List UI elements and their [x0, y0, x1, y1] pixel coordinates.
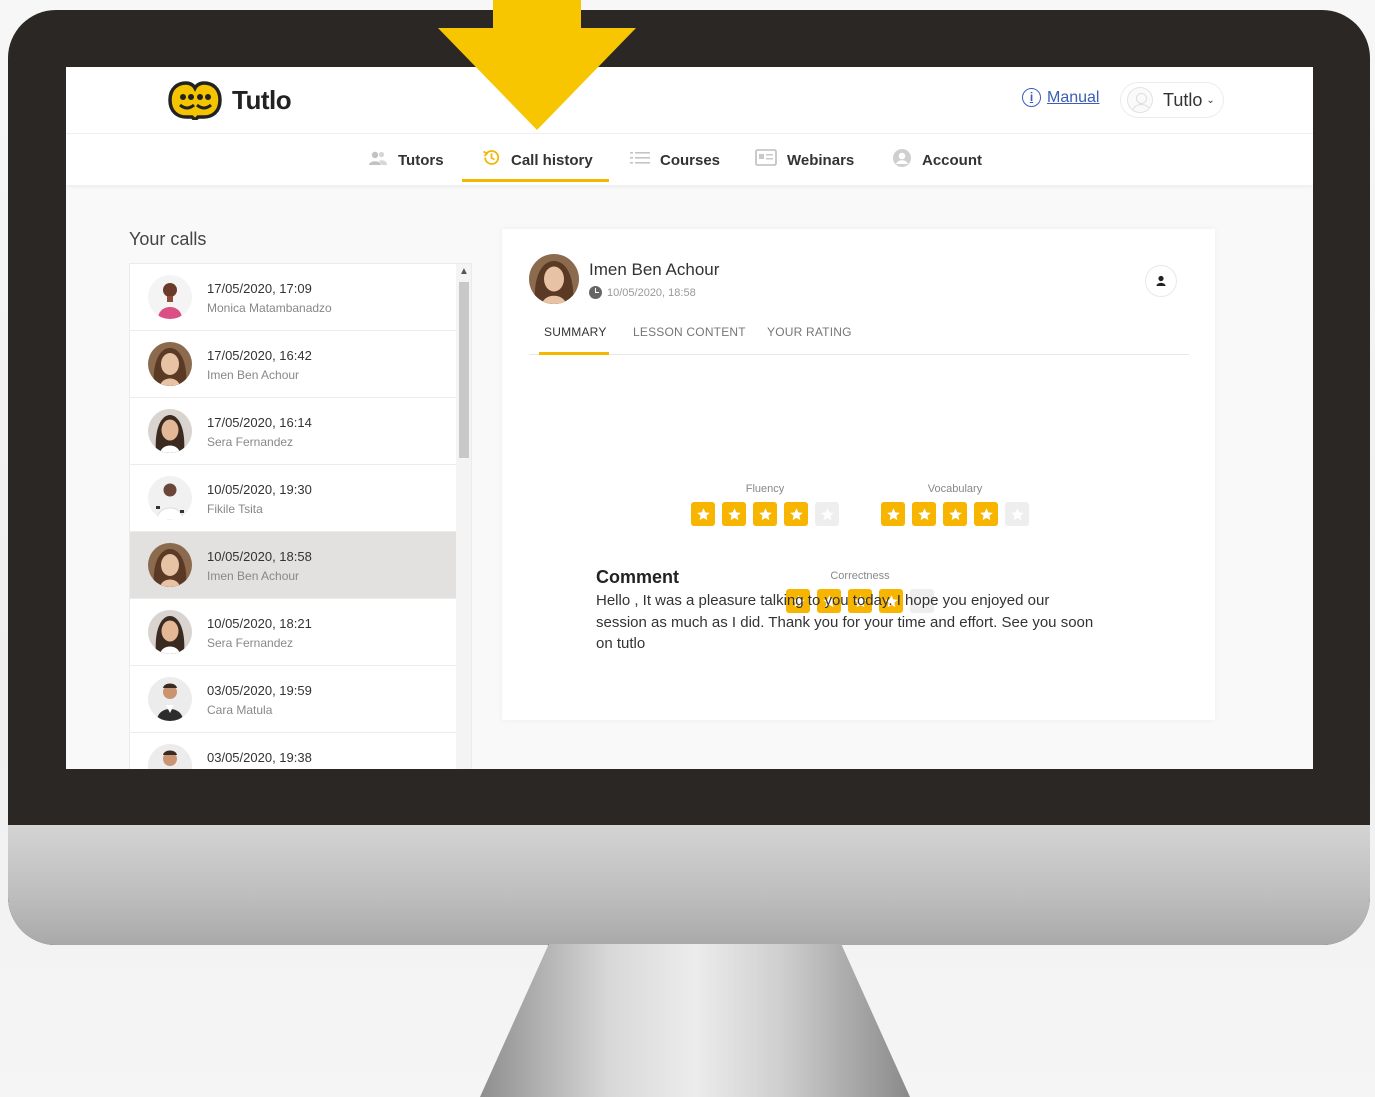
nav-tutors-label: Tutors	[398, 151, 444, 169]
tab-lesson-content[interactable]: LESSON CONTENT	[633, 325, 746, 339]
tutor-avatar	[148, 476, 192, 520]
active-nav-indicator	[462, 179, 609, 182]
manual-label: Manual	[1047, 88, 1100, 106]
monitor-chin	[8, 825, 1370, 945]
star-filled-icon	[722, 502, 746, 526]
call-date: 17/05/2020, 17:09	[207, 281, 312, 296]
tutor-avatar	[529, 254, 579, 304]
user-name: Tutlo	[1163, 89, 1203, 110]
star-filled-icon	[881, 502, 905, 526]
rating-label: Vocabulary	[927, 483, 983, 495]
chevron-down-icon: ⌄	[1206, 94, 1215, 106]
call-list-item[interactable]: 03/05/2020, 19:59 Cara Matula	[130, 666, 456, 733]
call-date: 03/05/2020, 19:38	[207, 750, 312, 765]
call-tutor-name: Sera Fernandez	[207, 435, 294, 449]
call-tutor-name: Sera Fernandez	[207, 636, 294, 650]
clock-icon	[589, 286, 602, 299]
nav-webinars-label: Webinars	[787, 151, 855, 169]
call-list-item[interactable]: 03/05/2020, 19:38	[130, 733, 456, 769]
monitor-stand	[480, 944, 910, 1097]
call-tutor-name: Imen Ben Achour	[207, 569, 300, 583]
nav-account[interactable]: Account	[892, 134, 982, 186]
app-screen: Tutlo i Manual Tutlo ⌄ Tutors Call histo…	[66, 67, 1313, 769]
tutor-avatar	[148, 543, 192, 587]
tutor-avatar	[148, 409, 192, 453]
call-date: 17/05/2020, 16:14	[207, 415, 312, 430]
tab-summary[interactable]: SUMMARY	[544, 325, 607, 339]
tutor-avatar	[148, 342, 192, 386]
call-list-item[interactable]: 17/05/2020, 17:09 Monica Matambanadzo	[130, 264, 456, 331]
call-time: 10/05/2020, 18:58	[607, 286, 696, 299]
main-nav: Tutors Call history Courses Webinars Acc…	[66, 133, 1313, 185]
tutor-avatar	[148, 275, 192, 319]
star-filled-icon	[691, 502, 715, 526]
user-icon	[892, 148, 912, 173]
nav-courses-label: Courses	[660, 151, 721, 169]
tutor-name: Imen Ben Achour	[589, 260, 720, 279]
call-date: 10/05/2020, 19:30	[207, 482, 312, 497]
star-filled-icon	[912, 502, 936, 526]
manual-link[interactable]: i Manual	[1022, 88, 1099, 107]
calls-list: 17/05/2020, 17:09 Monica Matambanadzo 17…	[129, 263, 472, 769]
call-tutor-name: Cara Matula	[207, 703, 273, 717]
info-icon: i	[1022, 88, 1041, 107]
call-date: 10/05/2020, 18:58	[207, 549, 312, 564]
call-tutor-name: Fikile Tsita	[207, 502, 263, 516]
users-icon	[368, 150, 388, 171]
webinar-icon	[755, 149, 777, 171]
star-filled-icon	[943, 502, 967, 526]
nav-account-label: Account	[922, 151, 982, 169]
scrollbar-thumb[interactable]	[459, 282, 469, 458]
call-list-item[interactable]: 17/05/2020, 16:14 Sera Fernandez	[130, 398, 456, 465]
calls-list-title: Your calls	[129, 229, 207, 249]
top-bar: Tutlo i Manual Tutlo ⌄	[66, 67, 1313, 133]
star-filled-icon	[753, 502, 777, 526]
rating-vocabulary: Vocabulary	[881, 483, 1029, 526]
app-logo[interactable]: Tutlo	[164, 80, 292, 120]
call-date: 10/05/2020, 18:21	[207, 616, 312, 631]
person-icon	[1156, 275, 1166, 286]
rating-label: Fluency	[745, 483, 785, 495]
star-rating	[691, 502, 839, 526]
call-tutor-name: Monica Matambanadzo	[207, 301, 332, 315]
call-date: 17/05/2020, 16:42	[207, 348, 312, 363]
tutor-avatar	[148, 744, 192, 769]
down-arrow-icon	[438, 0, 636, 130]
list-icon	[630, 150, 650, 170]
call-date: 03/05/2020, 19:59	[207, 683, 312, 698]
scroll-up-arrow-icon[interactable]: ▲	[459, 266, 469, 277]
tutor-avatar	[148, 610, 192, 654]
comment-text: Hello , It was a pleasure talking to you…	[596, 592, 1094, 652]
comment-title: Comment	[596, 567, 680, 587]
call-tutor-name: Imen Ben Achour	[207, 368, 300, 382]
rating-fluency: Fluency	[691, 483, 839, 526]
call-list-item[interactable]: 10/05/2020, 19:30 Fikile Tsita	[130, 465, 456, 532]
call-timestamp: 10/05/2020, 18:58	[589, 286, 696, 299]
star-filled-icon	[784, 502, 808, 526]
star-filled-icon	[974, 502, 998, 526]
star-rating	[881, 502, 1029, 526]
user-avatar-icon	[1127, 87, 1153, 113]
call-list-item-selected[interactable]: 10/05/2020, 18:58 Imen Ben Achour	[130, 532, 456, 599]
tab-your-rating[interactable]: YOUR RATING	[767, 325, 852, 339]
nav-webinars[interactable]: Webinars	[755, 134, 854, 186]
call-list-item[interactable]: 17/05/2020, 16:42 Imen Ben Achour	[130, 331, 456, 398]
nav-tutors[interactable]: Tutors	[368, 134, 444, 186]
nav-courses[interactable]: Courses	[630, 134, 720, 186]
star-empty-icon	[1005, 502, 1029, 526]
user-menu-button[interactable]: Tutlo ⌄	[1120, 82, 1224, 118]
active-tab-indicator	[539, 352, 609, 355]
star-empty-icon	[815, 502, 839, 526]
tutlo-logo-icon	[168, 81, 222, 120]
nav-call-history-label: Call history	[511, 151, 593, 169]
history-icon	[482, 148, 501, 172]
app-name: Tutlo	[232, 84, 292, 115]
calls-scrollbar[interactable]: ▲	[456, 264, 471, 769]
tutor-profile-button[interactable]	[1145, 265, 1177, 297]
rating-label: Correctness	[830, 570, 890, 582]
tutor-avatar	[148, 677, 192, 721]
call-list-item[interactable]: 10/05/2020, 18:21 Sera Fernandez	[130, 599, 456, 666]
detail-tabs: SUMMARY LESSON CONTENT YOUR RATING	[529, 319, 1189, 355]
